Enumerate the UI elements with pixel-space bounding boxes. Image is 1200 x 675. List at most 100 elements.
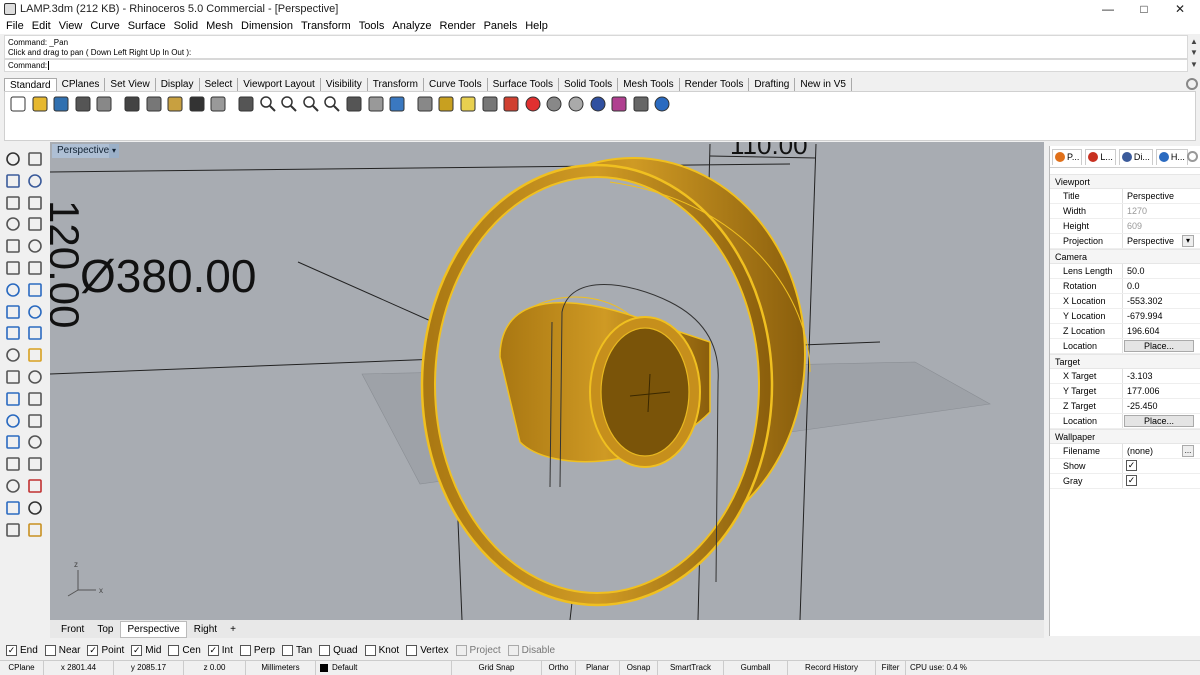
gear-icon[interactable] [1186, 78, 1198, 90]
move-tool-icon[interactable] [26, 412, 44, 430]
select-icon[interactable] [437, 95, 455, 113]
command-scroll-icon[interactable]: ▼ [1188, 60, 1200, 69]
osnap-near[interactable]: Near [44, 644, 80, 656]
viewport-title-tab[interactable]: Perspective ▾ [52, 144, 119, 158]
four-viewports-icon[interactable] [367, 95, 385, 113]
osnap-checkbox[interactable] [239, 644, 251, 656]
render-sphere-icon[interactable] [567, 95, 585, 113]
light-tool-icon[interactable] [4, 521, 22, 539]
pan-icon[interactable] [209, 95, 227, 113]
offset-icon[interactable] [26, 259, 44, 277]
osnap-point[interactable]: ✓ Point [87, 644, 124, 656]
viewport-tab-front[interactable]: Front [55, 622, 90, 637]
curve-icon[interactable] [26, 172, 44, 190]
move-icon[interactable] [237, 95, 255, 113]
osnap-checkbox[interactable]: ✓ [207, 644, 219, 656]
toolbar-tab-select[interactable]: Select [200, 78, 239, 91]
status-osnap[interactable]: Osnap [620, 661, 658, 675]
minimize-button[interactable]: — [1088, 0, 1128, 18]
select-arrow-icon[interactable] [4, 150, 22, 168]
color-wheel-icon[interactable] [524, 95, 542, 113]
rendered-icon[interactable] [589, 95, 607, 113]
osnap-project[interactable]: Project [455, 644, 501, 656]
status-filter[interactable]: Filter [876, 661, 906, 675]
material-icon[interactable] [610, 95, 628, 113]
sphere-icon[interactable] [26, 303, 44, 321]
viewport-tab-right[interactable]: Right [188, 622, 223, 637]
status-cplane[interactable]: CPlane [0, 661, 44, 675]
menu-solid[interactable]: Solid [170, 20, 202, 32]
menu-curve[interactable]: Curve [86, 20, 123, 32]
osnap-tan[interactable]: Tan [282, 644, 312, 656]
osnap-checkbox[interactable] [44, 644, 56, 656]
transform-icon[interactable] [4, 412, 22, 430]
show-checkbox[interactable]: ✓ [1126, 460, 1137, 471]
toolbar-tab-render-tools[interactable]: Render Tools [680, 78, 750, 91]
prop-value[interactable]: -553.302 [1123, 294, 1200, 308]
status-ortho[interactable]: Ortho [542, 661, 576, 675]
extrude-icon[interactable] [26, 324, 44, 342]
command-input[interactable]: Command: [4, 59, 1188, 72]
osnap-checkbox[interactable] [319, 644, 331, 656]
osnap-int[interactable]: ✓ Int [207, 644, 233, 656]
panel-tab-1[interactable]: L... [1085, 148, 1116, 165]
grid-icon[interactable] [4, 477, 22, 495]
toolbar-tab-mesh-tools[interactable]: Mesh Tools [618, 78, 680, 91]
prop-value[interactable]: 177.006 [1123, 384, 1200, 398]
osnap-perp[interactable]: Perp [239, 644, 275, 656]
loft-icon[interactable] [26, 281, 44, 299]
trim-icon[interactable] [4, 368, 22, 386]
toolbar-tab-curve-tools[interactable]: Curve Tools [424, 78, 488, 91]
status-units[interactable]: Millimeters [246, 661, 316, 675]
toolbar-tab-standard[interactable]: Standard [4, 78, 57, 91]
arc-icon[interactable] [4, 215, 22, 233]
osnap-knot[interactable]: Knot [364, 644, 399, 656]
status-planar[interactable]: Planar [576, 661, 620, 675]
toolbar-tab-new-in-v5[interactable]: New in V5 [795, 78, 852, 91]
menu-edit[interactable]: Edit [28, 20, 55, 32]
prop-value[interactable]: Perspective ▾ [1123, 234, 1200, 248]
wallpaper-filename-value[interactable]: (none)... [1123, 444, 1200, 458]
paste-icon[interactable] [166, 95, 184, 113]
toolbar-tab-display[interactable]: Display [156, 78, 200, 91]
panel-tab-2[interactable]: Di... [1118, 148, 1153, 165]
osnap-checkbox[interactable]: ✓ [131, 644, 143, 656]
osnap-checkbox[interactable] [406, 644, 418, 656]
zoom-window-icon[interactable] [280, 95, 298, 113]
maximize-button[interactable]: □ [1124, 0, 1164, 18]
layer-icon[interactable] [502, 95, 520, 113]
status-grid-snap[interactable]: Grid Snap [452, 661, 542, 675]
prop-value[interactable]: Perspective [1123, 189, 1200, 203]
copy-icon[interactable] [145, 95, 163, 113]
dropdown-arrow-icon[interactable]: ▾ [109, 144, 119, 158]
toolbar-tab-viewport-layout[interactable]: Viewport Layout [238, 78, 321, 91]
dimension-icon[interactable] [26, 433, 44, 451]
osnap-checkbox[interactable] [455, 644, 467, 656]
cplane-icon[interactable] [388, 95, 406, 113]
block-icon[interactable] [4, 455, 22, 473]
light-icon[interactable] [459, 95, 477, 113]
osnap-mid[interactable]: ✓ Mid [131, 644, 161, 656]
record-icon[interactable] [26, 477, 44, 495]
shade-icon[interactable] [545, 95, 563, 113]
osnap-vertex[interactable]: Vertex [406, 644, 449, 656]
rotate-view-icon[interactable] [345, 95, 363, 113]
menu-tools[interactable]: Tools [355, 20, 389, 32]
ellipse-icon[interactable] [26, 194, 44, 212]
point-icon[interactable] [26, 150, 44, 168]
osnap-checkbox[interactable] [282, 644, 294, 656]
status-record-history[interactable]: Record History [788, 661, 876, 675]
text-icon[interactable] [4, 433, 22, 451]
prop-value[interactable]: 196.604 [1123, 324, 1200, 338]
status-smarttrack[interactable]: SmartTrack [658, 661, 724, 675]
viewport-tab-top[interactable]: Top [91, 622, 119, 637]
array-icon[interactable] [26, 455, 44, 473]
osnap-end[interactable]: ✓ End [6, 644, 38, 656]
menu-panels[interactable]: Panels [480, 20, 522, 32]
save-icon[interactable] [52, 95, 70, 113]
help-icon[interactable] [653, 95, 671, 113]
scroll-down-icon[interactable]: ▼ [1188, 48, 1200, 57]
osnap-checkbox[interactable]: ✓ [87, 644, 99, 656]
zoom-extents-icon[interactable] [302, 95, 320, 113]
material-tool-icon[interactable] [26, 521, 44, 539]
